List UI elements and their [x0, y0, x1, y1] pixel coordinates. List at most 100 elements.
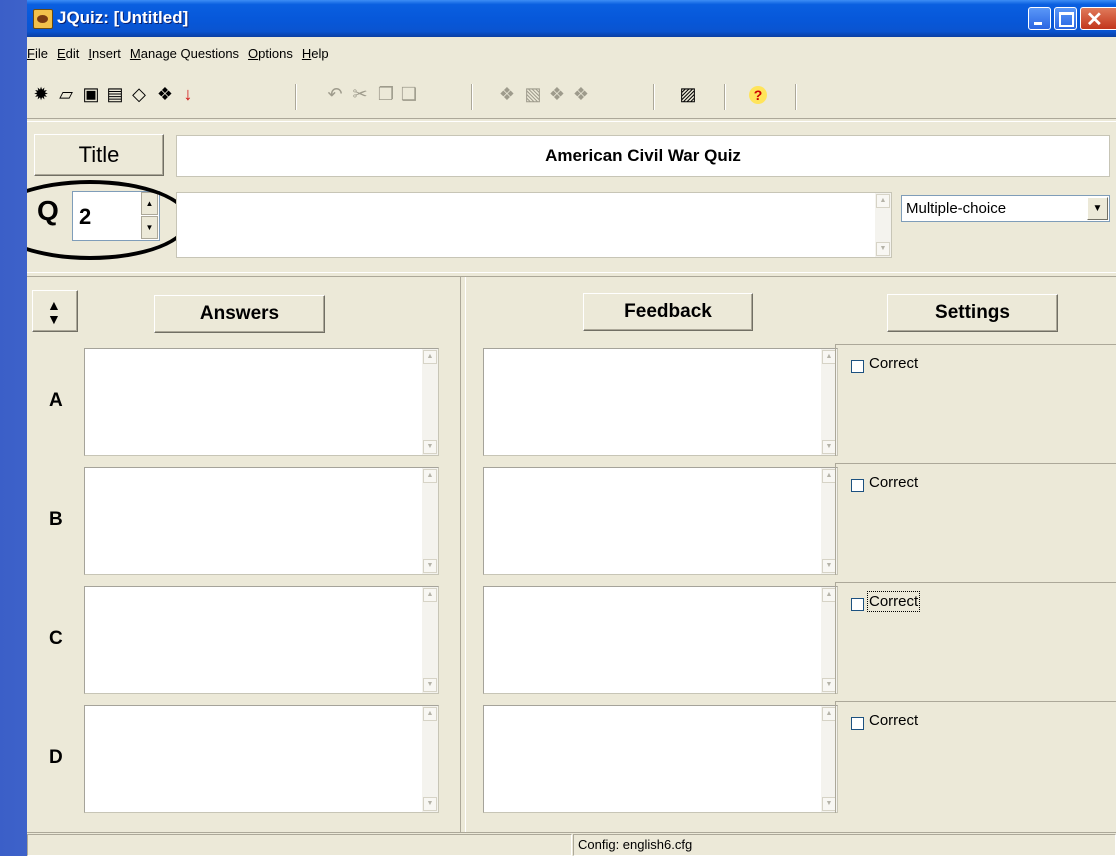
scroll-up-icon[interactable]: ▲	[822, 350, 836, 364]
horizontal-splitter[interactable]	[27, 272, 1116, 277]
menu-accelerator-key: O	[248, 46, 259, 61]
cut-icon[interactable]: ✂	[349, 83, 371, 105]
toolbar-separator	[795, 84, 797, 110]
close-button[interactable]: ✕	[1080, 7, 1116, 31]
answers-header-button[interactable]: Answers	[154, 295, 325, 333]
menu-label-text: dit	[65, 46, 80, 61]
title-bar[interactable]: JQuiz: [Untitled] ✕	[27, 0, 1116, 37]
create-web-page-icon[interactable]: ❖	[154, 83, 176, 105]
scroll-up-icon[interactable]: ▲	[876, 194, 890, 208]
scroll-up-icon[interactable]: ▲	[423, 707, 437, 721]
menu-accelerator-key: H	[301, 46, 312, 61]
scroll-down-icon[interactable]: ▼	[423, 559, 437, 573]
toolbar-separator	[471, 84, 473, 110]
vertical-scrollbar[interactable]: ▲ ▼	[875, 193, 891, 257]
undo-icon[interactable]: ↶	[324, 83, 346, 105]
answer-text-area-b[interactable]: ▲ ▼	[84, 467, 439, 575]
correct-checkbox-d[interactable]	[851, 717, 864, 730]
answer-letter-a: A	[49, 390, 63, 411]
scroll-down-icon[interactable]: ▼	[822, 797, 836, 811]
move-question-icon[interactable]: ❖	[570, 83, 592, 105]
down-triangle-icon: ▼	[47, 311, 61, 327]
vertical-scrollbar[interactable]: ▲ ▼	[422, 706, 438, 812]
scroll-down-icon[interactable]: ▼	[423, 797, 437, 811]
correct-checkbox-b[interactable]	[851, 479, 864, 492]
vertical-scrollbar[interactable]: ▲ ▼	[422, 468, 438, 574]
menu-insert[interactable]: Insert	[88, 46, 121, 61]
menu-options[interactable]: Options	[248, 46, 293, 61]
status-panel-left	[27, 834, 572, 856]
vertical-splitter[interactable]	[460, 277, 466, 832]
new-file-icon[interactable]: ✹	[30, 83, 52, 105]
add-question-icon[interactable]: ❖	[496, 83, 518, 105]
feedback-text-area-c[interactable]: ▲ ▼	[483, 586, 838, 694]
export-arrow-icon[interactable]: ↓	[177, 83, 199, 105]
menu-edit[interactable]: Edit	[57, 46, 79, 61]
scroll-up-icon[interactable]: ▲	[822, 588, 836, 602]
menu-accelerator-key: M	[129, 46, 141, 61]
quiz-title-input[interactable]: American Civil War Quiz	[176, 135, 1110, 177]
feedback-text-area-b[interactable]: ▲ ▼	[483, 467, 838, 575]
delete-question-icon[interactable]: ❖	[546, 83, 568, 105]
maximize-button[interactable]	[1054, 7, 1077, 30]
scroll-down-icon[interactable]: ▼	[876, 242, 890, 256]
menu-bar: File Edit Insert Manage Questions Options Hel…	[27, 46, 338, 68]
save-as-icon[interactable]: ▤	[104, 83, 126, 105]
scroll-up-icon[interactable]: ▲	[822, 707, 836, 721]
properties-icon[interactable]: ▨	[677, 83, 699, 105]
question-type-value: Multiple-choice	[906, 200, 1007, 217]
question-text-area[interactable]: ▲ ▼	[176, 192, 892, 258]
jquiz-app-icon[interactable]	[33, 9, 53, 29]
open-folder-icon[interactable]: ▱	[55, 83, 77, 105]
minimize-button[interactable]	[1028, 7, 1051, 30]
eraser-icon[interactable]: ◇	[128, 83, 150, 105]
answer-text-area-c[interactable]: ▲ ▼	[84, 586, 439, 694]
menu-help[interactable]: Help	[302, 46, 329, 61]
settings-header-button[interactable]: Settings	[887, 294, 1058, 332]
correct-label[interactable]: Correct	[866, 591, 921, 612]
paste-icon[interactable]: ❑	[398, 83, 420, 105]
vertical-scrollbar[interactable]: ▲ ▼	[422, 587, 438, 693]
title-label-button[interactable]: Title	[34, 134, 164, 176]
correct-label[interactable]: Correct	[869, 355, 918, 372]
save-icon[interactable]: ▣	[80, 83, 102, 105]
menu-file[interactable]: File	[27, 46, 48, 61]
scroll-up-icon[interactable]: ▲	[423, 350, 437, 364]
copy-icon[interactable]: ❐	[375, 83, 397, 105]
scroll-down-icon[interactable]: ▼	[423, 440, 437, 454]
correct-label[interactable]: Correct	[869, 474, 918, 491]
highlight-circle-annotation	[27, 180, 190, 260]
vertical-scrollbar[interactable]: ▲ ▼	[422, 349, 438, 455]
menu-label-text: anage Questions	[140, 46, 240, 61]
feedback-text-area-d[interactable]: ▲ ▼	[483, 705, 838, 813]
scroll-down-icon[interactable]: ▼	[822, 678, 836, 692]
correct-checkbox-c[interactable]	[851, 598, 864, 611]
toolbar-separator	[724, 84, 726, 110]
app-window: JQuiz: [Untitled] ✕ File Edit Insert Manage…	[27, 0, 1116, 856]
settings-cell-d: Correct	[835, 701, 1116, 813]
insert-picture-icon[interactable]: ▧	[522, 83, 544, 105]
close-icon: ✕	[1086, 9, 1103, 31]
scroll-down-icon[interactable]: ▼	[822, 440, 836, 454]
settings-cell-a: Correct	[835, 344, 1116, 456]
answer-text-area-d[interactable]: ▲ ▼	[84, 705, 439, 813]
toolbar: ✹ ▱ ▣ ▤ ◇ ❖ ↓ ↶ ✂ ❐ ❑ ❖ ▧ ❖ ❖ ▨?	[27, 83, 1116, 113]
reorder-answers-button[interactable]: ▲ ▼	[32, 290, 78, 332]
status-config-panel: Config: english6.cfg	[573, 834, 1116, 856]
dropdown-arrow-icon[interactable]: ▼	[1087, 197, 1108, 220]
correct-checkbox-a[interactable]	[851, 360, 864, 373]
correct-label[interactable]: Correct	[869, 712, 918, 729]
menu-manage-questions[interactable]: Manage Questions	[130, 46, 239, 61]
menu-label-text: nsert	[92, 46, 121, 61]
question-type-select[interactable]: Multiple-choice ▼	[901, 195, 1110, 222]
status-bar: Config: english6.cfg	[27, 832, 1116, 856]
scroll-down-icon[interactable]: ▼	[423, 678, 437, 692]
feedback-text-area-a[interactable]: ▲ ▼	[483, 348, 838, 456]
answer-text-area-a[interactable]: ▲ ▼	[84, 348, 439, 456]
scroll-up-icon[interactable]: ▲	[423, 469, 437, 483]
help-icon[interactable]: ?	[749, 86, 767, 104]
feedback-header-button[interactable]: Feedback	[583, 293, 753, 331]
scroll-up-icon[interactable]: ▲	[423, 588, 437, 602]
scroll-down-icon[interactable]: ▼	[822, 559, 836, 573]
scroll-up-icon[interactable]: ▲	[822, 469, 836, 483]
